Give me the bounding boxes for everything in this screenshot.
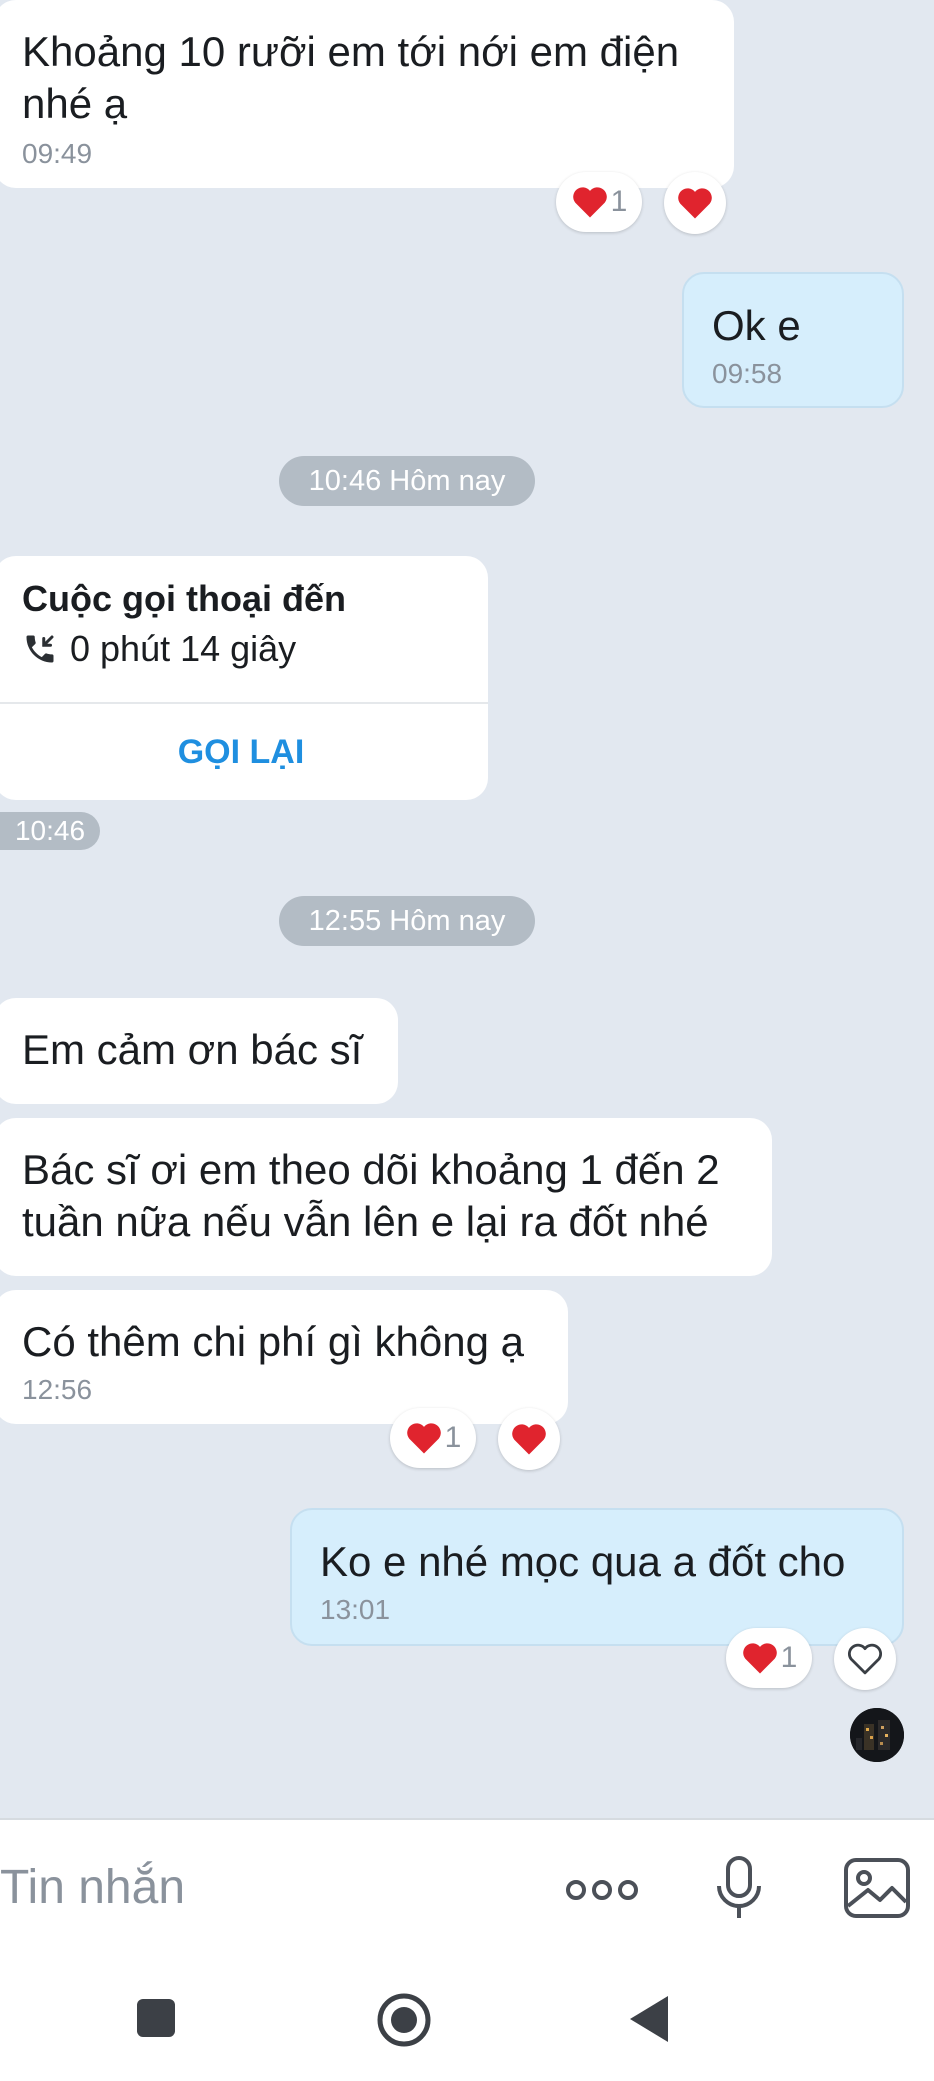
call-duration-row: 0 phút 14 giây xyxy=(22,628,296,670)
message-text: Khoảng 10 rưỡi em tới nới em điện nhé ạ xyxy=(22,28,680,127)
image-button[interactable] xyxy=(842,1856,912,1920)
system-nav-bar xyxy=(0,1954,934,2081)
message-text: Bác sĩ ơi em theo dõi khoảng 1 đến 2 tuầ… xyxy=(22,1146,720,1245)
reaction-summary[interactable]: 1 xyxy=(556,172,642,232)
message-bubble-incoming[interactable]: Có thêm chi phí gì không ạ 12:56 xyxy=(0,1290,568,1424)
reaction-summary[interactable]: 1 xyxy=(390,1408,476,1468)
message-bubble-outgoing[interactable]: Ko e nhé mọc qua a đốt cho 13:01 xyxy=(290,1508,904,1646)
message-time: 09:58 xyxy=(712,358,783,389)
heart-icon xyxy=(572,187,607,218)
recents-icon xyxy=(137,1999,175,2037)
react-button[interactable] xyxy=(664,172,726,234)
message-bubble-incoming[interactable]: Khoảng 10 rưỡi em tới nới em điện nhé ạ … xyxy=(0,0,734,188)
recents-button[interactable] xyxy=(136,1998,176,2043)
composer-bar: Tin nhắn xyxy=(0,1818,934,1956)
call-title: Cuộc gọi thoại đến xyxy=(22,578,346,619)
message-text: Em cảm ơn bác sĩ xyxy=(22,1026,363,1073)
heart-icon xyxy=(678,188,712,219)
heart-outline-icon xyxy=(848,1643,882,1675)
call-duration: 0 phút 14 giây xyxy=(70,628,297,669)
microphone-icon xyxy=(717,1856,761,1918)
date-separator: 10:46 Hôm nay xyxy=(279,456,535,506)
react-button[interactable] xyxy=(834,1628,896,1690)
back-button[interactable] xyxy=(628,1994,670,2049)
reaction-count: 1 xyxy=(444,1421,462,1454)
call-time-badge: 10:46 xyxy=(0,812,100,850)
call-card: Cuộc gọi thoại đến 0 phút 14 giây GỌI LẠ… xyxy=(0,556,488,800)
reaction-summary[interactable]: 1 xyxy=(726,1628,812,1688)
message-text: Ko e nhé mọc qua a đốt cho xyxy=(320,1538,846,1585)
heart-icon xyxy=(742,1643,777,1674)
phone-incoming-icon xyxy=(26,635,54,663)
home-button[interactable] xyxy=(376,1992,432,2053)
more-button[interactable] xyxy=(564,1864,640,1916)
message-input[interactable]: Tin nhắn xyxy=(0,1860,185,1915)
message-bubble-incoming[interactable]: Em cảm ơn bác sĩ xyxy=(0,998,398,1104)
message-text: Có thêm chi phí gì không ạ xyxy=(22,1318,524,1365)
back-icon xyxy=(630,1996,668,2042)
seen-avatar xyxy=(850,1708,904,1762)
message-text: Ok e xyxy=(712,302,801,349)
message-time: 09:49 xyxy=(22,138,93,169)
message-time: 12:56 xyxy=(22,1374,93,1405)
react-button[interactable] xyxy=(498,1408,560,1470)
message-bubble-incoming[interactable]: Bác sĩ ơi em theo dõi khoảng 1 đến 2 tuầ… xyxy=(0,1118,772,1276)
heart-icon xyxy=(512,1424,546,1455)
mic-button[interactable] xyxy=(714,1854,764,1924)
heart-icon xyxy=(406,1423,441,1454)
date-separator: 12:55 Hôm nay xyxy=(279,896,535,946)
message-time: 13:01 xyxy=(320,1594,391,1625)
home-icon xyxy=(377,1993,431,2047)
reaction-count: 1 xyxy=(780,1641,798,1674)
message-bubble-outgoing[interactable]: Ok e 09:58 xyxy=(682,272,904,408)
call-back-button[interactable]: GỌI LẠI xyxy=(0,704,488,800)
image-icon xyxy=(844,1858,910,1918)
reaction-count: 1 xyxy=(610,185,628,218)
more-icon xyxy=(566,1880,638,1900)
